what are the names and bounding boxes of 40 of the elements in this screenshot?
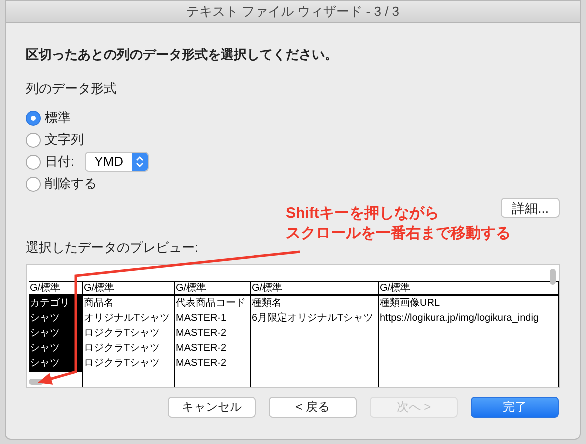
- preview-cell: ロジクラTシャツ: [84, 328, 160, 338]
- preview-cell: ロジクラTシャツ: [84, 358, 160, 368]
- preview-cell: https://logikura.jp/img/logikura_indig: [380, 312, 539, 324]
- group-label: 列のデータ形式: [26, 80, 118, 98]
- vertical-scrollbar-thumb[interactable]: [550, 268, 556, 284]
- preview-cell: MASTER-2: [176, 358, 227, 368]
- preview-cell: 代表商品コード: [176, 298, 246, 308]
- preview-cell: 種類画像URL: [380, 298, 440, 308]
- date-order-dropdown[interactable]: YMD: [84, 152, 149, 172]
- annotation-line: スクロールを一番右まで移動する: [286, 224, 511, 244]
- preview-cell: MASTER-1: [176, 312, 227, 324]
- radio-option[interactable]: [26, 132, 41, 148]
- radio-label: 削除する: [45, 175, 97, 194]
- dialog-button[interactable]: < 戻る: [269, 396, 357, 418]
- preview-label: 選択したデータのプレビュー:: [26, 239, 200, 257]
- preview-cell: MASTER-2: [176, 328, 227, 338]
- window-title: テキスト ファイル ウィザード - 3 / 3: [186, 2, 400, 21]
- radio-label: 標準: [45, 109, 71, 128]
- preview-cell: シャツ: [30, 328, 60, 338]
- radio-option[interactable]: [26, 176, 41, 192]
- details-button[interactable]: 詳細...: [501, 198, 560, 218]
- stepper-icon: [132, 153, 148, 171]
- preview-cell: 6月限定オリジナルTシャツ: [252, 312, 374, 324]
- preview-cell: カテゴリ: [30, 298, 70, 308]
- preview-cell: MASTER-2: [176, 342, 227, 354]
- preview-cell: シャツ: [30, 312, 60, 324]
- dialog-button[interactable]: 完了: [471, 396, 559, 418]
- radio-label: 日付:: [45, 153, 75, 172]
- annotation-line: Shiftキーを押しながら: [286, 204, 440, 224]
- preview-cell: オリジナルTシャツ: [84, 312, 170, 324]
- radio-label: 文字列: [45, 131, 84, 150]
- instruction-text: 区切ったあとの列のデータ形式を選択してください。: [26, 46, 339, 64]
- radio-option[interactable]: [26, 154, 41, 170]
- preview-cell: 種類名: [252, 298, 282, 308]
- preview-cell: ロジクラTシャツ: [84, 342, 160, 354]
- dialog-button[interactable]: キャンセル: [168, 396, 256, 418]
- radio-option[interactable]: [26, 110, 41, 126]
- preview-cell: シャツ: [30, 342, 60, 354]
- preview-cell: 商品名: [84, 298, 114, 308]
- preview-cell: シャツ: [30, 358, 60, 368]
